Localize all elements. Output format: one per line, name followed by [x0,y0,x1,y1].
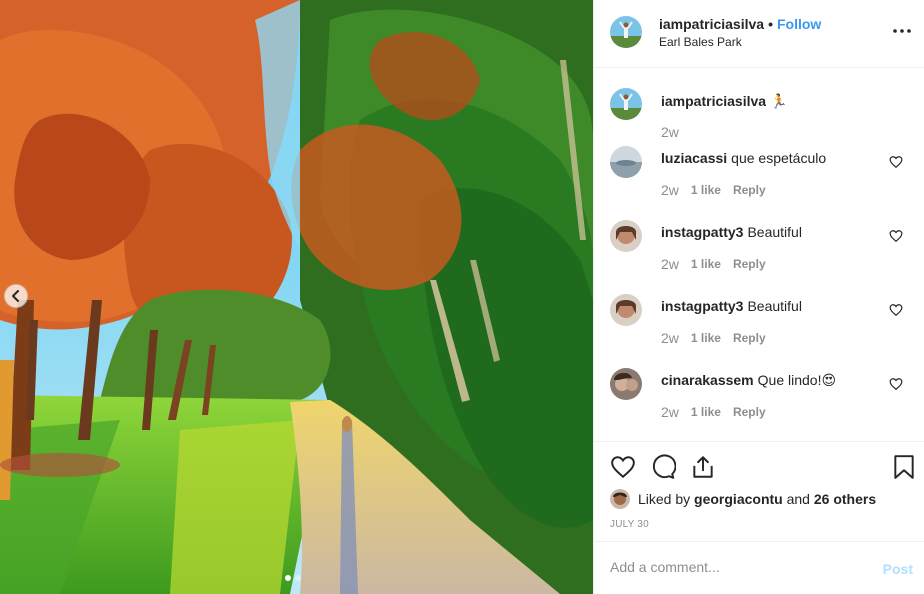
caption-avatar[interactable] [610,88,642,120]
more-options-button[interactable] [893,22,911,40]
add-comment-bar: Post [594,541,924,594]
comment-item: instagpatty3 Beautiful 2w 1 like Reply [594,220,924,290]
comment-likes[interactable]: 1 like [691,257,721,271]
heart-icon[interactable] [889,377,903,391]
carousel-dot [295,575,301,581]
author-username[interactable]: iampatriciasilva [659,16,764,32]
comment-username[interactable]: instagpatty3 [661,224,743,240]
heart-icon[interactable] [889,303,903,317]
comment-text: que espetáculo [731,150,827,166]
previous-photo-button[interactable] [4,284,28,308]
likes-others[interactable]: 26 others [814,491,876,507]
comment-icon[interactable] [650,454,676,480]
comment-time[interactable]: 2w [661,330,679,346]
header-separator: • [768,16,773,32]
post-photo[interactable] [0,0,593,594]
comment-likes[interactable]: 1 like [691,331,721,345]
commenter-avatar[interactable] [610,368,642,400]
commenter-avatar[interactable] [610,294,642,326]
comment-username[interactable]: luziacassi [661,150,727,166]
park-path-photo [0,0,593,594]
post-location[interactable]: Earl Bales Park [659,35,742,49]
commenter-avatar[interactable] [610,220,642,252]
comment-item: cinarakassem Que lindo!😍 2w 1 like Reply [594,368,924,438]
commenter-avatar[interactable] [610,146,642,178]
comment-time[interactable]: 2w [661,256,679,272]
caption-text: 🏃 [770,93,788,109]
bookmark-icon[interactable] [891,454,917,480]
comment-item: luziacassi que espetáculo 2w 1 like Reply [594,146,924,216]
caption-time[interactable]: 2w [661,124,679,140]
liker-avatar[interactable] [610,489,630,509]
more-horizontal-icon [893,29,911,33]
author-avatar[interactable] [610,16,642,48]
carousel-dot [285,575,291,581]
caption-username[interactable]: iampatriciasilva [661,93,766,109]
share-icon[interactable] [690,454,716,480]
reply-button[interactable]: Reply [733,257,766,271]
likes-middle: and [786,491,810,507]
reply-button[interactable]: Reply [733,331,766,345]
likes-user[interactable]: georgiacontu [694,491,783,507]
post-actions: Liked by georgiacontu and 26 others JULY… [594,441,924,541]
comment-item: instagpatty3 Beautiful 2w 1 like Reply [594,294,924,364]
post-details-panel: iampatriciasilva • Follow Earl Bales Park … [593,0,924,594]
comment-text: Beautiful [747,298,802,314]
comment-time[interactable]: 2w [661,182,679,198]
comment-likes[interactable]: 1 like [691,183,721,197]
comment-username[interactable]: cinarakassem [661,372,754,388]
post-header: iampatriciasilva • Follow Earl Bales Park [594,0,924,68]
post-date[interactable]: JULY 30 [610,519,649,530]
reply-button[interactable]: Reply [733,183,766,197]
comment-text: Beautiful [747,224,802,240]
heart-icon[interactable] [610,454,636,480]
heart-icon[interactable] [889,155,903,169]
post-comment-button[interactable]: Post [883,561,913,577]
comment-input[interactable] [610,559,860,575]
likes-prefix: Liked by [638,491,691,507]
heart-icon[interactable] [889,229,903,243]
comment-likes[interactable]: 1 like [691,405,721,419]
likes-summary[interactable]: Liked by georgiacontu and 26 others [610,489,876,509]
carousel-indicator [285,575,301,581]
comment-username[interactable]: instagpatty3 [661,298,743,314]
comment-text: Que lindo!😍 [757,372,837,388]
follow-button[interactable]: Follow [777,16,821,32]
reply-button[interactable]: Reply [733,405,766,419]
chevron-left-icon [12,290,19,302]
comment-time[interactable]: 2w [661,404,679,420]
